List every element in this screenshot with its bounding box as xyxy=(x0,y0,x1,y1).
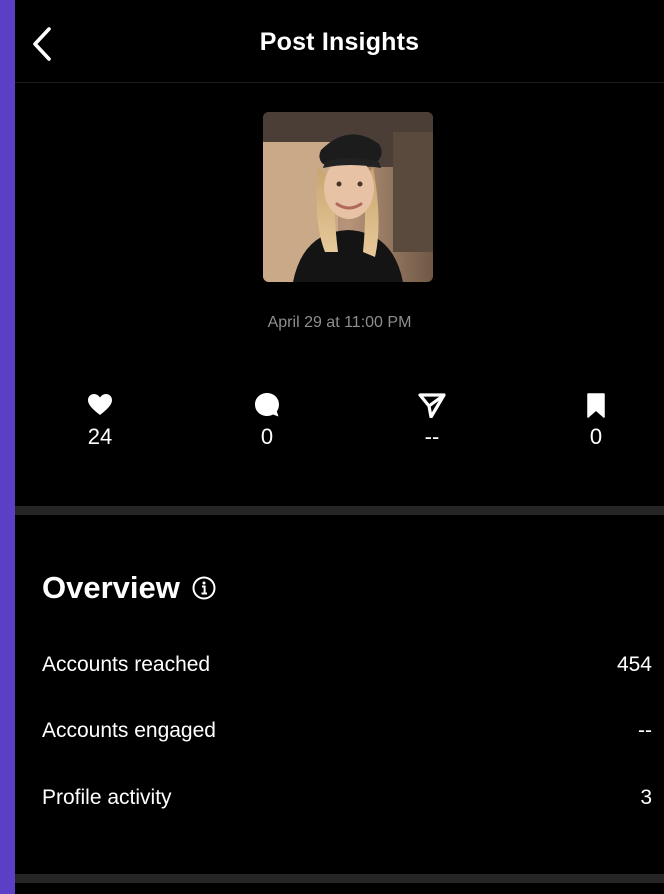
likes-stat[interactable]: 24 xyxy=(60,390,140,450)
info-icon xyxy=(192,576,216,600)
metric-label: Profile activity xyxy=(42,786,172,809)
saves-stat[interactable]: 0 xyxy=(556,390,636,450)
metric-label: Accounts reached xyxy=(42,653,211,676)
metric-row-accounts-reached[interactable]: Accounts reached 454 xyxy=(42,653,652,683)
share-icon xyxy=(418,393,446,418)
shares-count: -- xyxy=(424,424,440,449)
post-thumbnail[interactable] xyxy=(263,112,433,282)
saves-count: 0 xyxy=(589,424,603,449)
metric-value: 454 xyxy=(616,653,652,676)
engagement-stats: 24 0 -- 0 xyxy=(15,390,664,470)
likes-count: 24 xyxy=(87,424,113,449)
metric-label: Accounts engaged xyxy=(42,719,216,742)
section-divider xyxy=(15,506,664,515)
overview-title: Overview xyxy=(42,570,180,605)
metric-row-profile-activity[interactable]: Profile activity 3 xyxy=(42,786,652,816)
shares-stat[interactable]: -- xyxy=(392,390,472,450)
comments-count: 0 xyxy=(260,424,274,449)
post-date: April 29 at 11:00 PM xyxy=(267,314,412,331)
comments-stat[interactable]: 0 xyxy=(227,390,307,450)
post-photo xyxy=(263,112,433,282)
heart-icon xyxy=(88,394,112,415)
comment-icon xyxy=(255,393,279,417)
bookmark-icon xyxy=(587,393,605,418)
metric-row-accounts-engaged[interactable]: Accounts engaged -- xyxy=(42,719,652,749)
top-bar: Post Insights xyxy=(15,0,664,83)
section-divider xyxy=(15,874,664,883)
info-button[interactable] xyxy=(192,576,216,600)
metric-value: 3 xyxy=(640,786,652,809)
overview-heading: Overview xyxy=(42,570,216,606)
metric-value: -- xyxy=(638,719,652,742)
insights-screen: Post Insights April 29 at 11:00 PM 24 0 … xyxy=(15,0,664,894)
page-title: Post Insights xyxy=(259,28,420,56)
